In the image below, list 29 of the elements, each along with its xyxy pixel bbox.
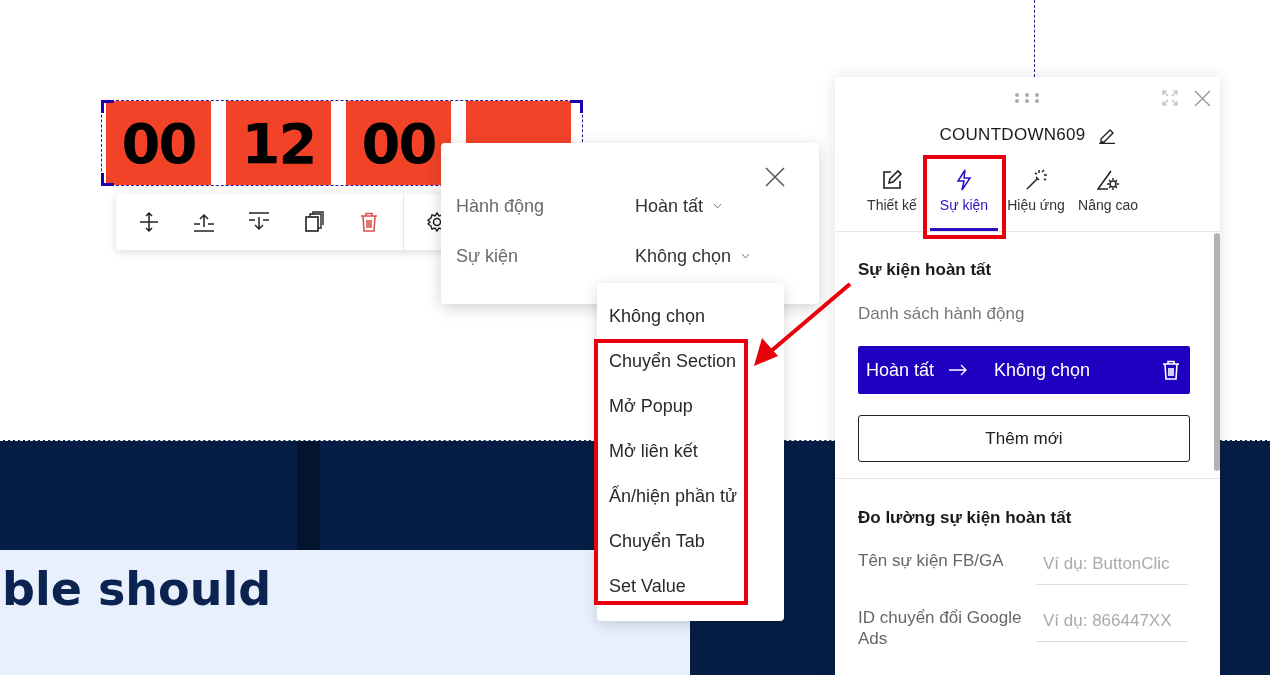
field-label: Tên sự kiện FB/GA (858, 550, 1005, 571)
countdown-digits: 00 (106, 101, 211, 185)
action-target: Không chọn (994, 359, 1091, 381)
section-title: Đo lường sự kiện hoàn tất (858, 508, 1073, 528)
select-dropdown[interactable]: Không chọn (635, 245, 751, 267)
section-heading: ble should (2, 562, 272, 616)
action-trigger: Hoàn tất (866, 359, 935, 381)
panel-tab[interactable]: Sự kiện (930, 161, 998, 231)
field-label: Hành động (456, 195, 546, 217)
element-title: COUNTDOWN609 (939, 125, 1086, 145)
menu-option[interactable]: Chuyển Tab (597, 519, 784, 564)
select-dropdown[interactable]: Hoàn tất (635, 195, 723, 217)
menu-option[interactable]: Chuyển Section (597, 339, 784, 384)
add-button[interactable]: Thêm mới (858, 415, 1190, 462)
action-bar[interactable]: Hoàn tất Không chọn (858, 346, 1190, 394)
countdown-digits: 00 (346, 101, 451, 185)
panel-tab[interactable]: Hiệu ứng (1002, 161, 1070, 231)
menu-option[interactable]: Không chọn (597, 294, 784, 339)
menu-option[interactable]: Mở liên kết (597, 429, 784, 474)
menu-option[interactable]: Mở Popup (597, 384, 784, 429)
countdown-digits: 12 (226, 101, 331, 185)
field-label: ID chuyển đổi Google Ads (858, 607, 1023, 649)
list-label: Danh sách hành động (858, 304, 1026, 324)
menu-option[interactable]: Set Value (597, 564, 784, 609)
menu-option[interactable]: Ẩn/hiện phần tử (597, 474, 784, 519)
panel-tab[interactable]: Nâng cao (1074, 161, 1142, 231)
section-title: Sự kiện hoàn tất (858, 260, 993, 280)
field-label: Sự kiện (456, 245, 520, 267)
panel-tab[interactable]: Thiết kế (858, 161, 926, 231)
